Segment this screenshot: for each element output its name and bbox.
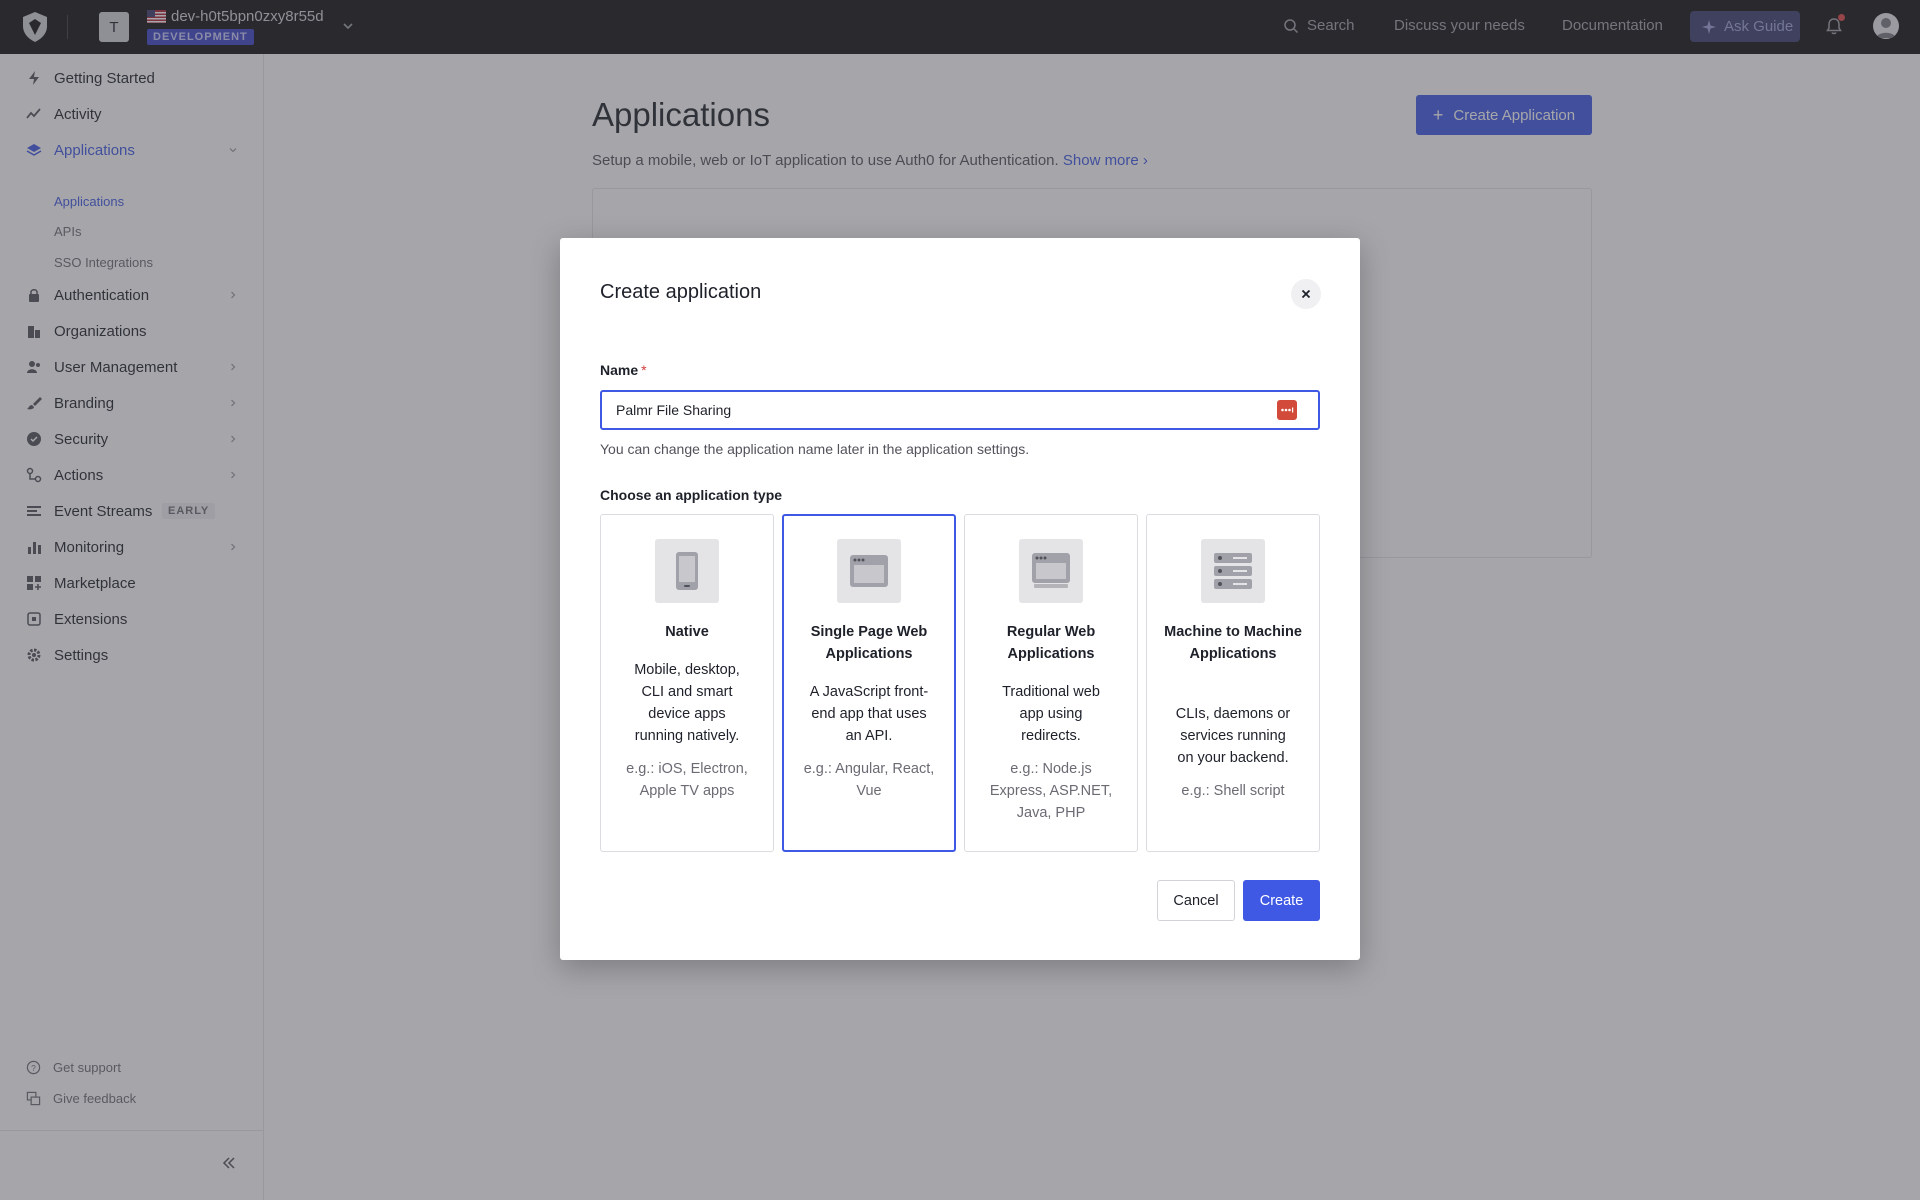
app-type-regular-web[interactable]: Regular Web Applications Traditional web… (964, 514, 1138, 852)
app-type-spa[interactable]: Single Page Web Applications A JavaScrip… (782, 514, 956, 852)
browser-window-icon (837, 539, 901, 603)
create-button[interactable]: Create (1243, 880, 1320, 921)
name-label-text: Name (600, 362, 639, 378)
app-type-example: e.g.: Shell script (1181, 783, 1285, 799)
app-type-description: Traditional web app using redirects. (1002, 684, 1100, 744)
server-rack-icon (1201, 539, 1265, 603)
app-type-m2m[interactable]: Machine to Machine Applications CLIs, da… (1146, 514, 1320, 852)
create-application-dialog: Create application Name* You can change … (560, 238, 1360, 960)
application-name-input[interactable] (600, 390, 1320, 430)
app-type-description: A JavaScript front-end app that uses an … (809, 684, 929, 744)
app-type-description: CLIs, daemons or services running on you… (1175, 706, 1291, 766)
close-button[interactable] (1291, 279, 1321, 309)
close-icon (1301, 289, 1311, 299)
app-type-title: Single Page Web Applications (810, 624, 928, 662)
password-manager-icon[interactable] (1277, 400, 1297, 420)
app-type-example: e.g.: iOS, Electron, Apple TV apps (626, 761, 748, 799)
cancel-button[interactable]: Cancel (1157, 880, 1235, 921)
app-type-example: e.g.: Node.js Express, ASP.NET, Java, PH… (989, 761, 1113, 821)
app-type-native[interactable]: Native Mobile, desktop, CLI and smart de… (600, 514, 774, 852)
app-type-title: Native (665, 624, 709, 640)
name-label: Name * (600, 362, 647, 378)
app-type-title: Machine to Machine Applications (1164, 624, 1302, 662)
required-mark: * (641, 362, 647, 378)
server-window-icon (1019, 539, 1083, 603)
dialog-title: Create application (600, 281, 762, 303)
app-type-label: Choose an application type (600, 487, 783, 503)
phone-icon (655, 539, 719, 603)
app-type-title: Regular Web Applications (1006, 624, 1096, 662)
name-helper-text: You can change the application name late… (600, 441, 1030, 457)
app-type-example: e.g.: Angular, React, Vue (803, 761, 935, 799)
app-type-description: Mobile, desktop, CLI and smart device ap… (634, 662, 740, 744)
